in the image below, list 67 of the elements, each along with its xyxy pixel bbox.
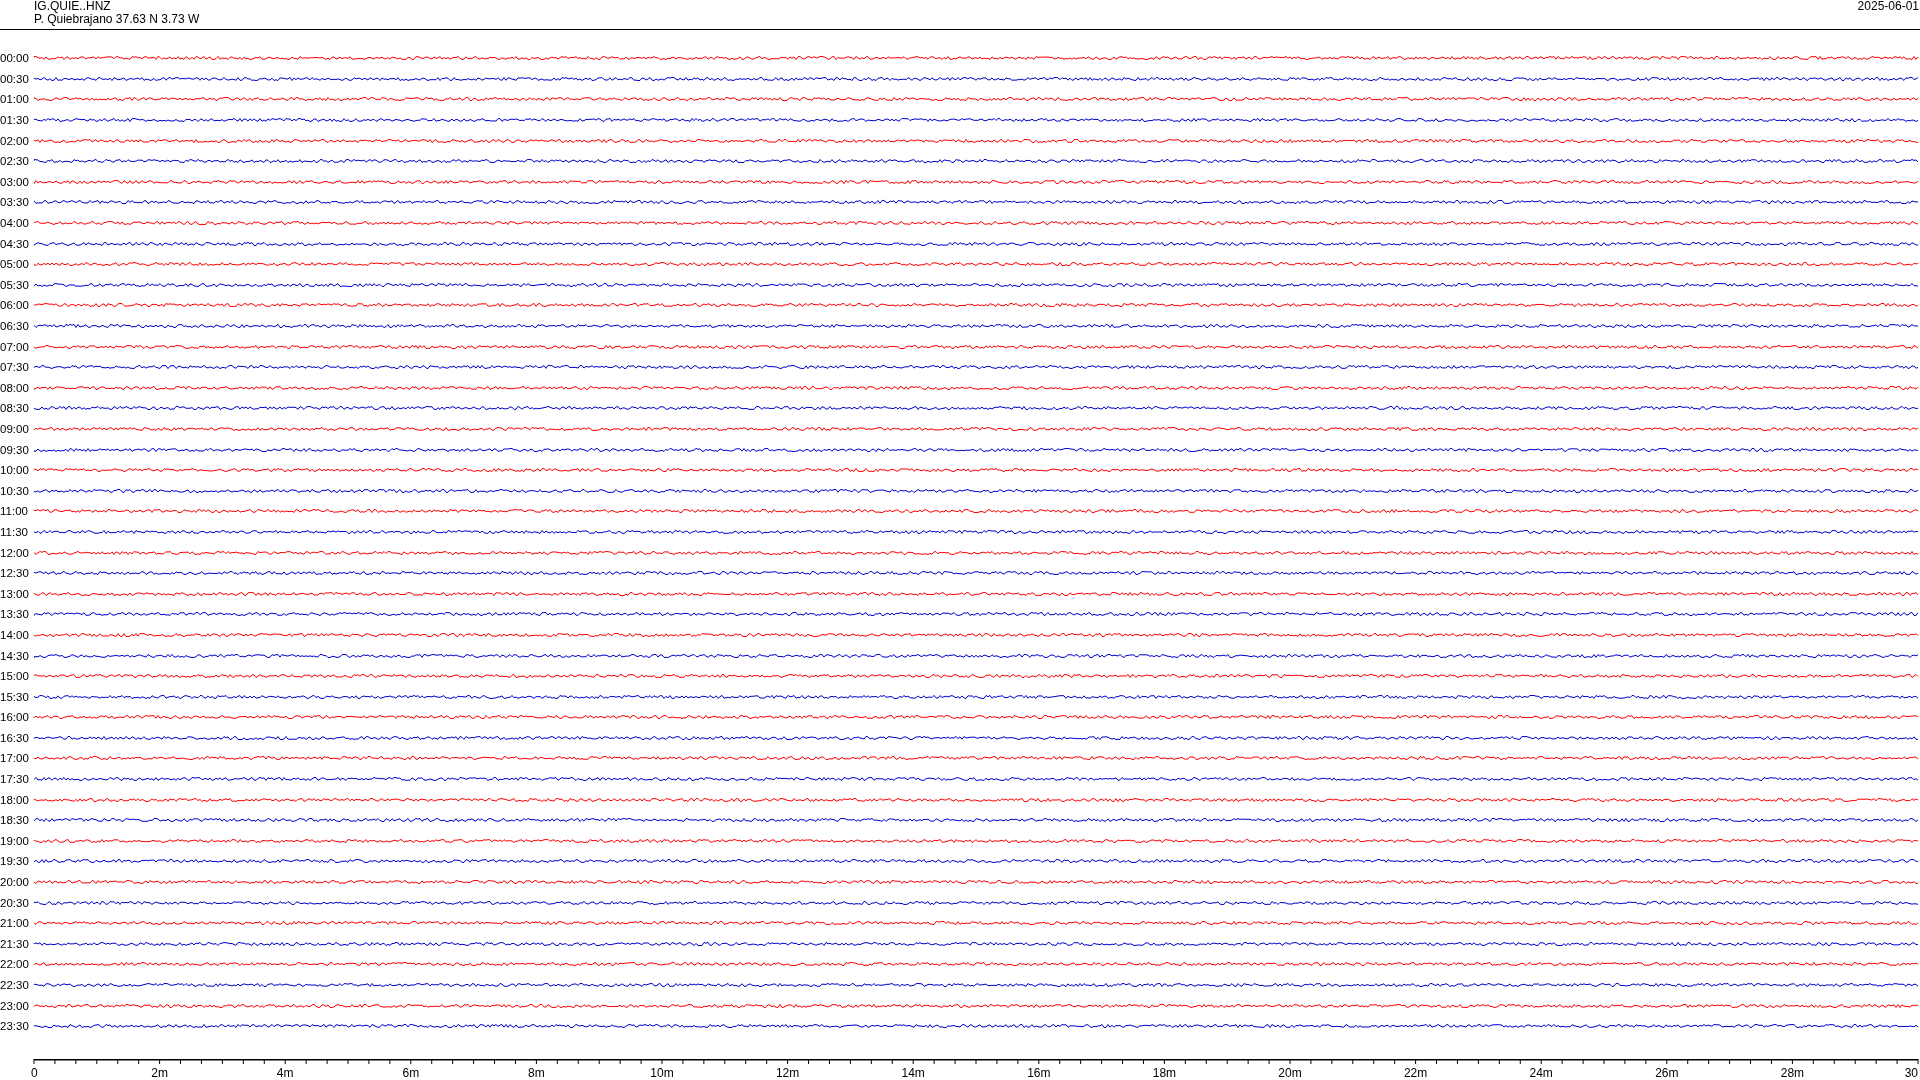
- time-label: 17:00: [0, 752, 30, 765]
- time-label: 00:30: [0, 72, 30, 85]
- time-label: 13:30: [0, 608, 30, 621]
- time-label: 06:30: [0, 320, 30, 332]
- time-label: 05:30: [0, 278, 30, 291]
- time-label: 09:30: [0, 443, 30, 456]
- axis-tick-label: 16m: [1027, 1066, 1051, 1080]
- time-label: 07:00: [0, 340, 30, 353]
- time-label: 16:30: [0, 731, 30, 744]
- time-label: 19:30: [0, 855, 30, 868]
- axis-tick-label: 28m: [1780, 1066, 1805, 1080]
- time-label: 04:00: [0, 217, 30, 230]
- time-label: 00:00: [0, 52, 30, 65]
- time-label: 09:00: [0, 423, 30, 435]
- axis-tick-label: 18m: [1152, 1066, 1177, 1080]
- time-label: 21:30: [0, 937, 30, 950]
- time-label: 18:00: [0, 793, 30, 806]
- axis-tick-label: 26m: [1655, 1066, 1679, 1080]
- axis-tick-label: 30: [1904, 1066, 1918, 1080]
- record-date: 2025-06-01: [1857, 0, 1920, 13]
- time-label: 03:30: [0, 196, 30, 209]
- time-label: 10:00: [0, 464, 30, 477]
- axis-tick-label: 20m: [1278, 1066, 1302, 1080]
- axis-tick-label: 4m: [276, 1066, 294, 1080]
- time-label: 07:30: [0, 361, 30, 374]
- axis-tick-label: 22m: [1403, 1066, 1428, 1080]
- time-label: 16:00: [0, 711, 30, 724]
- time-label: 08:30: [0, 402, 30, 415]
- time-label: 22:30: [0, 979, 30, 991]
- time-label: 01:30: [0, 114, 30, 127]
- time-label: 02:00: [0, 134, 30, 147]
- axis-tick-label: 6m: [402, 1066, 420, 1080]
- time-label: 23:30: [0, 1020, 30, 1033]
- time-label: 17:30: [0, 773, 30, 786]
- time-label: 18:30: [0, 814, 30, 827]
- time-label: 14:00: [0, 628, 30, 641]
- time-label: 10:30: [0, 484, 30, 497]
- time-label: 22:00: [0, 958, 30, 971]
- time-label: 13:00: [0, 587, 30, 600]
- axis-tick-label: 10m: [650, 1066, 674, 1080]
- time-label: 15:00: [0, 670, 30, 683]
- time-label: 05:00: [0, 258, 30, 271]
- time-label: 23:00: [0, 999, 30, 1012]
- axis-tick-label: 24m: [1529, 1066, 1553, 1080]
- time-label: 15:30: [0, 690, 30, 703]
- station-code: IG.QUIE..HNZ: [34, 0, 112, 13]
- time-label: 21:00: [0, 917, 30, 930]
- time-label: 06:00: [0, 299, 30, 312]
- axis-tick-label: 2m: [151, 1066, 168, 1080]
- time-label: 03:00: [0, 175, 30, 188]
- time-label: 01:00: [0, 93, 30, 106]
- time-label: 08:00: [0, 381, 30, 394]
- time-label: 19:00: [0, 834, 30, 847]
- time-label: 04:30: [0, 237, 30, 250]
- time-label: 20:30: [0, 896, 30, 909]
- station-location: P. Quiebrajano 37.63 N 3.73 W: [34, 13, 200, 26]
- axis-tick-label: 14m: [901, 1066, 925, 1080]
- time-label: 02:30: [0, 155, 30, 168]
- time-label: 12:00: [0, 546, 30, 559]
- time-label: 20:00: [0, 876, 30, 889]
- time-label: 14:30: [0, 649, 30, 662]
- axis-tick-label: 8m: [528, 1066, 545, 1080]
- axis-tick-label: 0: [31, 1066, 38, 1080]
- time-label: 11:00: [0, 505, 29, 518]
- axis-tick-label: 12m: [775, 1066, 800, 1080]
- time-label: 12:30: [0, 567, 30, 580]
- time-label: 11:30: [0, 525, 29, 538]
